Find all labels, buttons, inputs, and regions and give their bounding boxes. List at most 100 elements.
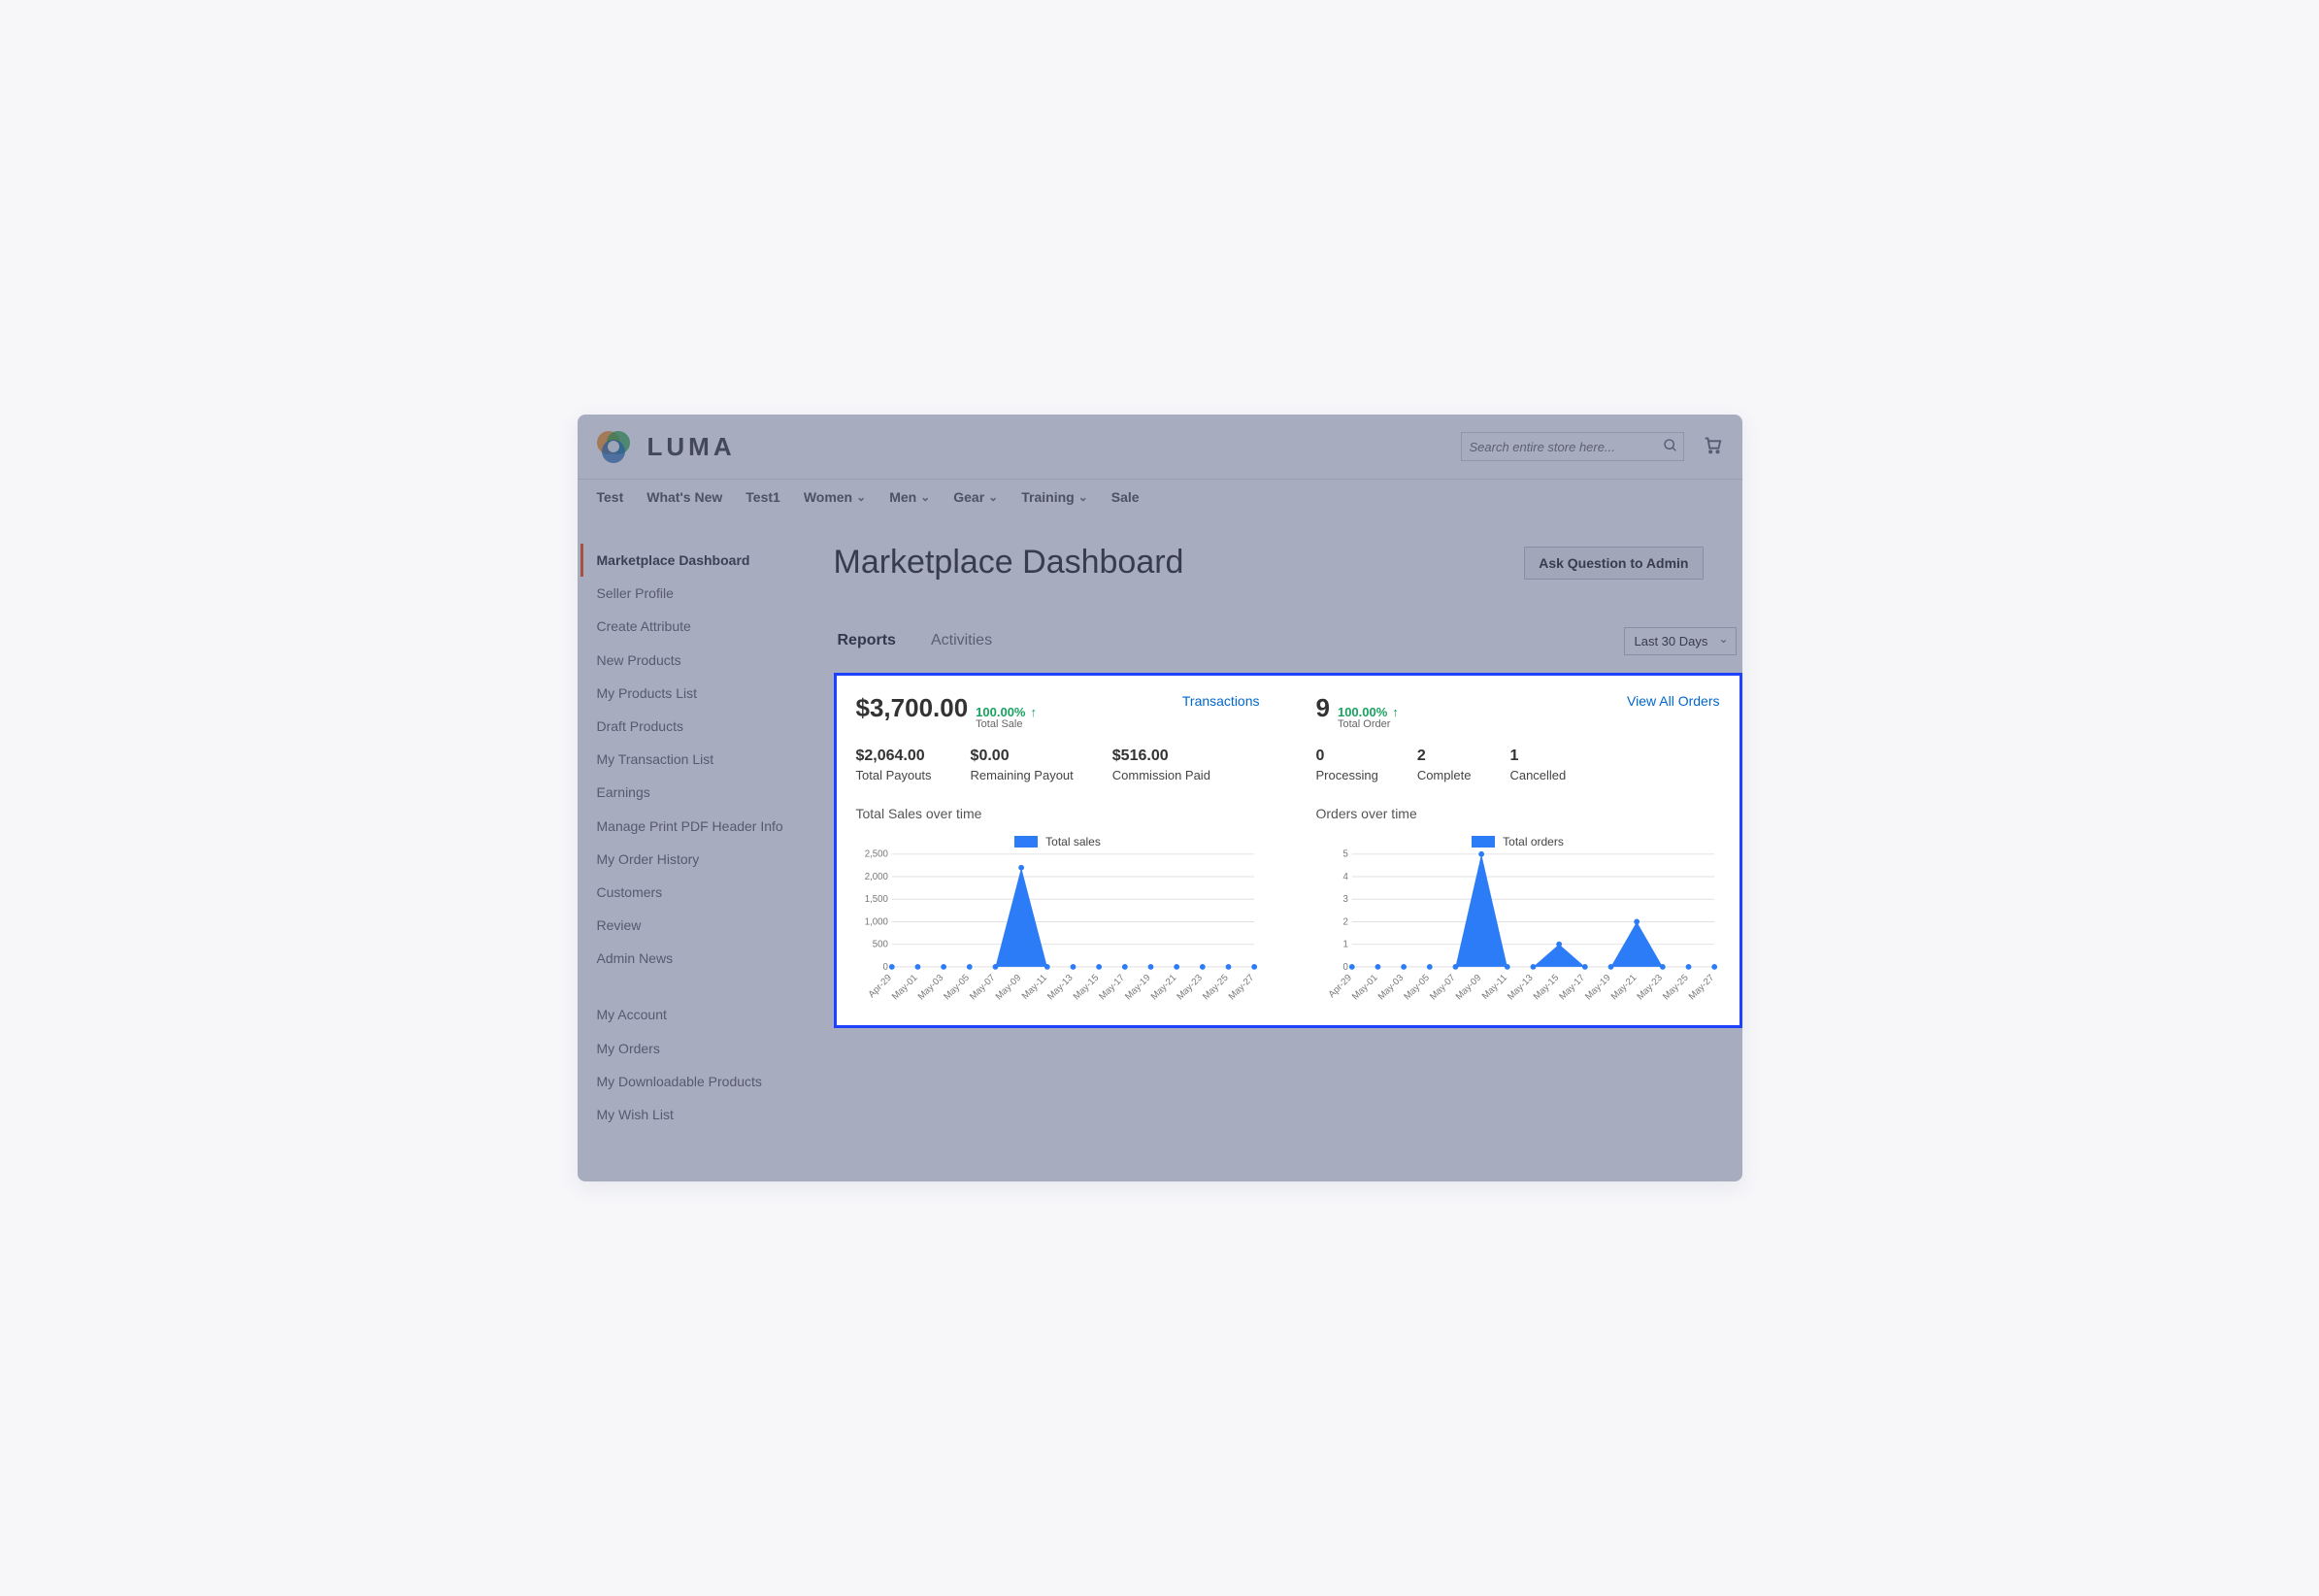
sidebar-item-my-transaction-list[interactable]: My Transaction List — [591, 743, 811, 776]
total-orders-value: 9 — [1316, 693, 1330, 723]
sidebar-item-my-products-list[interactable]: My Products List — [591, 677, 811, 710]
sidebar-item-customers[interactable]: Customers — [591, 876, 811, 909]
svg-text:May-01: May-01 — [1350, 973, 1380, 1003]
tab-activities[interactable]: Activities — [927, 624, 996, 657]
sidebar-item-my-order-history[interactable]: My Order History — [591, 843, 811, 876]
svg-text:May-11: May-11 — [1019, 973, 1048, 1002]
sidebar-item-review[interactable]: Review — [591, 909, 811, 942]
total-sale-delta: 100.00% — [976, 706, 1025, 719]
sales-chart-title: Total Sales over time — [856, 806, 1260, 821]
sidebar-item-manage-print-pdf-header-info[interactable]: Manage Print PDF Header Info — [591, 810, 811, 843]
svg-text:May-25: May-25 — [1201, 973, 1231, 1003]
sidebar-item-my-account[interactable]: My Account — [591, 998, 811, 1031]
orders-stat-processing: 0Processing — [1316, 748, 1378, 782]
sidebar-item-my-wish-list[interactable]: My Wish List — [591, 1098, 811, 1131]
svg-text:May-21: May-21 — [1148, 973, 1178, 1003]
total-sale-value: $3,700.00 — [856, 693, 969, 723]
svg-text:May-19: May-19 — [1583, 973, 1613, 1003]
ask-admin-button[interactable]: Ask Question to Admin — [1524, 547, 1703, 580]
sidebar-item-my-orders[interactable]: My Orders — [591, 1032, 811, 1065]
arrow-up-icon — [1029, 706, 1038, 719]
header: LUMA — [578, 415, 1742, 480]
sales-legend: Total sales — [1045, 835, 1101, 848]
svg-text:May-01: May-01 — [890, 973, 920, 1003]
legend-swatch — [1014, 836, 1038, 848]
svg-text:May-13: May-13 — [1506, 973, 1536, 1003]
sidebar-item-admin-news[interactable]: Admin News — [591, 942, 811, 975]
cart-icon[interactable] — [1702, 434, 1723, 460]
brand-name: LUMA — [647, 432, 736, 462]
reports-highlight: $3,700.00 100.00% Total Sale Transaction… — [834, 673, 1742, 1028]
svg-text:1,500: 1,500 — [864, 894, 887, 905]
transactions-link[interactable]: Transactions — [1182, 693, 1260, 709]
search-icon[interactable] — [1663, 438, 1678, 458]
sales-stat-remaining-payout: $0.00Remaining Payout — [971, 748, 1074, 782]
orders-stat-cancelled: 1Cancelled — [1509, 748, 1566, 782]
svg-text:May-19: May-19 — [1123, 973, 1153, 1003]
orders-stat-complete: 2Complete — [1417, 748, 1472, 782]
svg-text:5: 5 — [1342, 849, 1347, 860]
svg-text:May-03: May-03 — [1375, 973, 1406, 1003]
svg-text:May-11: May-11 — [1479, 973, 1508, 1002]
total-orders-delta: 100.00% — [1338, 706, 1387, 719]
svg-text:500: 500 — [872, 940, 887, 950]
svg-text:May-27: May-27 — [1226, 973, 1256, 1003]
sidebar-item-create-attribute[interactable]: Create Attribute — [591, 610, 811, 643]
nav-gear[interactable]: Gear — [953, 489, 998, 505]
svg-text:May-05: May-05 — [1402, 973, 1432, 1003]
legend-swatch — [1472, 836, 1495, 848]
svg-text:May-27: May-27 — [1686, 973, 1716, 1003]
sales-stat-commission-paid: $516.00Commission Paid — [1112, 748, 1210, 782]
svg-text:May-09: May-09 — [993, 973, 1023, 1003]
sidebar-item-new-products[interactable]: New Products — [591, 644, 811, 677]
svg-text:2,000: 2,000 — [864, 872, 887, 882]
svg-text:May-13: May-13 — [1045, 973, 1076, 1003]
sales-chart: 05001,0001,5002,0002,500Apr-29May-01May-… — [856, 848, 1260, 1008]
logo[interactable]: LUMA — [593, 426, 736, 467]
main-content: Marketplace Dashboard Ask Question to Ad… — [811, 515, 1742, 1131]
nav-sale[interactable]: Sale — [1111, 489, 1140, 505]
sidebar-item-earnings[interactable]: Earnings — [591, 776, 811, 809]
svg-text:May-23: May-23 — [1635, 973, 1665, 1003]
sidebar-item-marketplace-dashboard[interactable]: Marketplace Dashboard — [580, 544, 811, 577]
svg-text:Apr-29: Apr-29 — [866, 973, 893, 1000]
tab-reports[interactable]: Reports — [834, 624, 900, 657]
nav-training[interactable]: Training — [1021, 489, 1088, 505]
svg-text:2,500: 2,500 — [864, 849, 887, 860]
view-orders-link[interactable]: View All Orders — [1627, 693, 1719, 709]
svg-text:0: 0 — [1342, 962, 1347, 973]
luma-logo-icon — [593, 426, 634, 467]
nav-what-s-new[interactable]: What's New — [646, 489, 722, 505]
svg-text:May-17: May-17 — [1097, 973, 1127, 1003]
search-input-wrap — [1461, 432, 1684, 461]
svg-text:May-15: May-15 — [1071, 973, 1101, 1003]
top-nav: Test What's New Test1 Women Men Gear Training S… — [578, 480, 1742, 515]
orders-chart: 012345Apr-29May-01May-03May-05May-07May-… — [1316, 848, 1720, 1008]
sales-panel: $3,700.00 100.00% Total Sale Transaction… — [837, 676, 1279, 1025]
svg-text:3: 3 — [1342, 894, 1347, 905]
orders-panel: 9 100.00% Total Order View All Orders 0P… — [1297, 676, 1739, 1025]
app-window: LUMA Test What's New Test1 Women Men Gear Trai… — [578, 415, 1742, 1181]
total-orders-label: Total Order — [1338, 719, 1399, 731]
sales-stat-total-payouts: $2,064.00Total Payouts — [856, 748, 932, 782]
svg-text:2: 2 — [1342, 917, 1347, 928]
svg-text:0: 0 — [882, 962, 887, 973]
nav-test1[interactable]: Test1 — [745, 489, 780, 505]
svg-text:May-09: May-09 — [1453, 973, 1483, 1003]
nav-men[interactable]: Men — [889, 489, 930, 505]
svg-text:May-03: May-03 — [915, 973, 945, 1003]
orders-legend: Total orders — [1503, 835, 1564, 848]
nav-women[interactable]: Women — [804, 489, 866, 505]
search-input[interactable] — [1461, 432, 1684, 461]
svg-text:May-17: May-17 — [1557, 973, 1587, 1003]
tabs: Reports Activities — [834, 624, 997, 657]
nav-test[interactable]: Test — [597, 489, 624, 505]
date-range-select[interactable]: Last 30 Days — [1624, 627, 1737, 655]
svg-text:1: 1 — [1342, 940, 1347, 950]
sidebar-item-draft-products[interactable]: Draft Products — [591, 710, 811, 743]
svg-text:1,000: 1,000 — [864, 917, 887, 928]
orders-chart-title: Orders over time — [1316, 806, 1720, 821]
sidebar-item-seller-profile[interactable]: Seller Profile — [591, 577, 811, 610]
total-sale-label: Total Sale — [976, 719, 1037, 731]
sidebar-item-my-downloadable-products[interactable]: My Downloadable Products — [591, 1065, 811, 1098]
